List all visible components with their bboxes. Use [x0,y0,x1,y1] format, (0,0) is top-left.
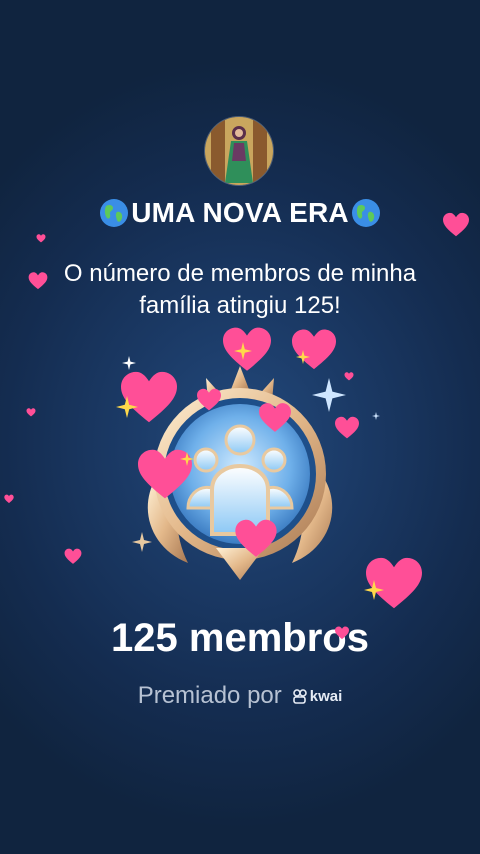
kwai-brand: kwai [292,687,343,705]
kwai-logo-icon [292,689,307,704]
sparkle-icon [364,580,384,600]
awarded-by: Premiado por kwai [0,682,480,710]
awarded-by-label: Premiado por [137,682,282,709]
sparkle-icon [122,356,136,370]
sparkle-icon [180,452,194,466]
kwai-brand-text: kwai [309,687,343,705]
heart-icon [36,234,46,243]
heart-icon [335,626,349,640]
heart-icon [443,212,469,237]
sparkle-icon [312,378,346,412]
heart-icon [259,403,291,432]
globe-americas-icon [100,199,129,227]
heart-icon [28,272,48,290]
heart-icon [64,548,82,564]
avatar-image [205,117,273,185]
family-title: UMA NOVA ERA [0,197,480,229]
heart-icon [335,416,359,439]
sparkle-icon [116,396,138,418]
family-title-text: UMA NOVA ERA [131,197,349,228]
globe-americas-icon [351,199,380,227]
heart-icon [197,388,221,411]
sparkle-icon [296,350,310,364]
sparkle-icon [132,532,152,552]
sparkle-icon [234,342,252,360]
family-avatar[interactable] [205,117,273,185]
heart-icon [26,408,36,417]
sparkle-icon [372,412,380,420]
milestone-message: O número de membros de minha família ati… [63,260,417,319]
heart-icon [4,494,14,504]
member-count-label: 125 membros [111,616,369,660]
heart-icon [235,519,277,557]
